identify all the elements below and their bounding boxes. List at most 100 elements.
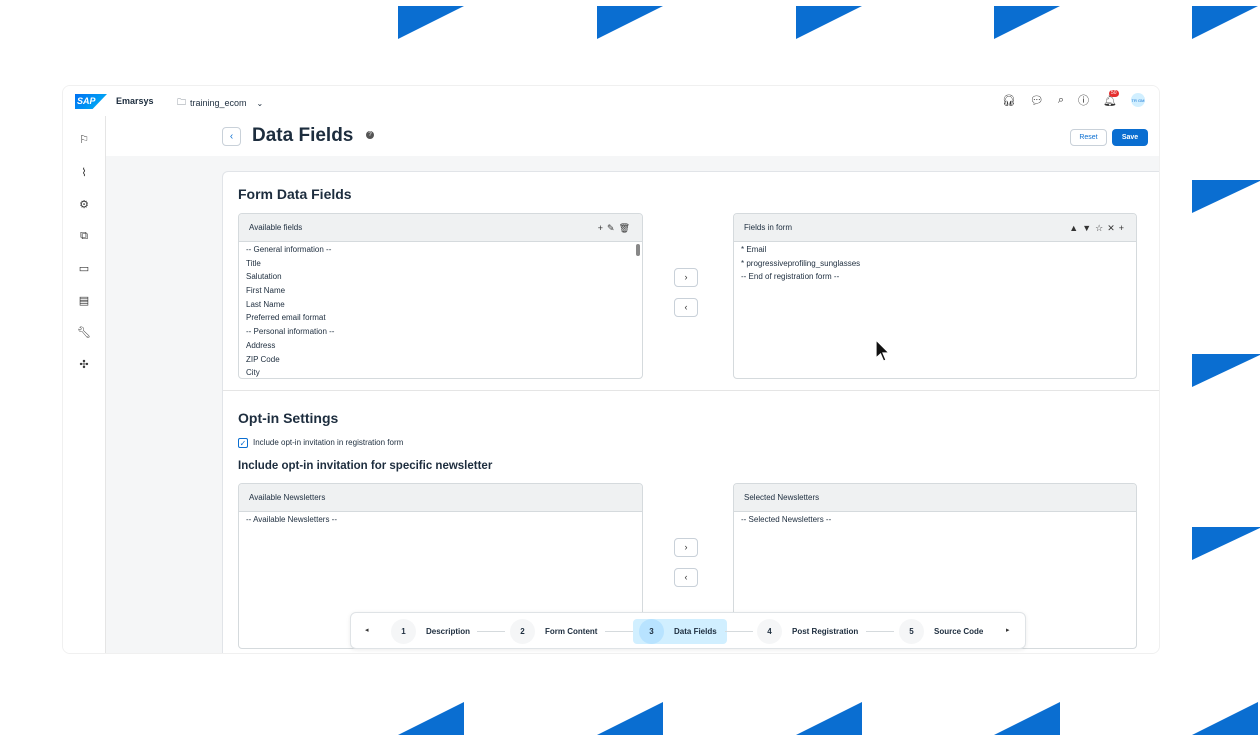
step-label: Form Content <box>545 627 598 636</box>
notification-icon[interactable]: 🔔︎ 50 <box>1103 89 1119 107</box>
back-button[interactable]: ‹ <box>222 127 241 146</box>
step-label: Data Fields <box>674 627 717 636</box>
decor-shape <box>1192 527 1260 560</box>
decor-shape <box>1192 702 1258 735</box>
avatar[interactable]: TR GM <box>1131 93 1145 107</box>
help-icon[interactable]: ⓘ <box>1078 92 1089 108</box>
step-connector <box>866 631 894 632</box>
list-item[interactable]: * progressiveprofiling_sunglasses <box>734 257 1136 271</box>
move-newsletter-right-button[interactable]: › <box>674 538 698 557</box>
list-item[interactable]: Last Name <box>239 298 642 312</box>
list-item[interactable]: -- Selected Newsletters -- <box>734 513 1136 527</box>
available-newsletters-header: Available Newsletters <box>239 484 642 512</box>
contacts-icon[interactable]: ⧉ <box>76 228 92 244</box>
list-item[interactable]: -- Available Newsletters -- <box>239 513 642 527</box>
optin-settings-title: Opt-in Settings <box>238 410 339 426</box>
delete-icon[interactable]: 🗑 <box>619 214 630 242</box>
list-item[interactable]: Preferred email format <box>239 311 642 325</box>
available-fields-body: -- General information -- Title Salutati… <box>239 242 642 378</box>
star-icon[interactable]: ☆ <box>1095 214 1103 242</box>
list-item[interactable]: * Email <box>734 243 1136 257</box>
decor-shape <box>398 702 464 735</box>
scrollbar-thumb[interactable] <box>636 244 640 256</box>
move-down-icon[interactable]: ▼ <box>1082 214 1091 242</box>
decor-shape <box>398 6 464 39</box>
puzzle-icon[interactable]: ✣ <box>76 356 92 372</box>
next-step-icon[interactable]: ▸ <box>1006 626 1010 634</box>
step-data-fields[interactable]: 3 Data Fields <box>633 619 727 644</box>
step-number: 4 <box>757 619 782 644</box>
page-header: ‹ Data Fields ? Reset Save <box>106 116 1159 156</box>
briefcase-icon: 🗀 <box>177 97 187 107</box>
step-description[interactable]: 1 Description <box>385 619 476 644</box>
available-fields-tools: + ✎ 🗑 <box>598 214 630 242</box>
list-item[interactable]: -- End of registration form -- <box>734 270 1136 284</box>
main-content: ‹ Data Fields ? Reset Save Form Data Fie… <box>106 116 1159 653</box>
optin-checkbox-label: Include opt-in invitation in registratio… <box>253 438 404 447</box>
available-newsletters-body: -- Available Newsletters -- <box>239 512 642 527</box>
save-button[interactable]: Save <box>1112 129 1148 146</box>
list-item[interactable]: ZIP Code <box>239 353 642 367</box>
move-left-button[interactable]: ‹ <box>674 298 698 317</box>
gear-icon[interactable]: ⚙ <box>76 196 92 212</box>
wizard-stepper: ◂ 1 Description 2 Form Content 3 Data Fi… <box>350 612 1026 649</box>
list-item[interactable]: Title <box>239 257 642 271</box>
wrench-icon[interactable]: 🔧︎ <box>76 324 92 340</box>
space-switcher[interactable]: 🗀 training_ecom ⌄ <box>177 95 263 111</box>
step-number: 2 <box>510 619 535 644</box>
step-number: 3 <box>639 619 664 644</box>
optin-checkbox[interactable]: ✓ <box>238 438 248 448</box>
section-divider <box>223 390 1159 391</box>
chevron-down-icon: ⌄ <box>256 98 264 108</box>
list-item[interactable]: -- Personal information -- <box>239 325 642 339</box>
search-icon[interactable]: ⌕ <box>1058 94 1064 107</box>
remove-icon[interactable]: ✕ <box>1107 214 1115 242</box>
add-icon[interactable]: + <box>1119 214 1124 242</box>
mouse-cursor-icon <box>875 339 891 362</box>
move-up-icon[interactable]: ▲ <box>1069 214 1078 242</box>
fields-in-form-header: Fields in form ▲ ▼ ☆ ✕ + <box>734 214 1136 242</box>
list-item[interactable]: Address <box>239 339 642 353</box>
decor-shape <box>1192 354 1260 387</box>
fields-in-form-label: Fields in form <box>744 223 793 232</box>
reset-button[interactable]: Reset <box>1070 129 1107 146</box>
add-icon[interactable]: + <box>598 214 603 242</box>
campaign-icon[interactable]: ⚐ <box>76 131 92 147</box>
decor-shape <box>796 702 862 735</box>
decor-shape <box>1192 6 1258 39</box>
help-icon[interactable]: ? <box>366 131 374 139</box>
list-item[interactable]: -- General information -- <box>239 243 642 257</box>
app-window: SAP Emarsys 🗀 training_ecom ⌄ 🎧︎ 💬︎ ⌕ ⓘ … <box>62 85 1160 654</box>
step-connector <box>725 631 753 632</box>
fields-in-form-tools: ▲ ▼ ☆ ✕ + <box>1069 214 1124 242</box>
move-right-button[interactable]: › <box>674 268 698 287</box>
analytics-icon[interactable]: ⌇ <box>76 164 92 180</box>
brand-name: Emarsys <box>116 96 154 106</box>
selected-newsletters-header: Selected Newsletters <box>734 484 1136 512</box>
side-navigation: ⚐ ⌇ ⚙ ⧉ ▭ ▤ 🔧︎ ✣ <box>63 116 106 653</box>
list-item[interactable]: City <box>239 366 642 378</box>
step-connector <box>477 631 505 632</box>
list-item[interactable]: Salutation <box>239 270 642 284</box>
fields-in-form-list[interactable]: Fields in form ▲ ▼ ☆ ✕ + * Email * progr… <box>733 213 1137 379</box>
card-icon[interactable]: ▤ <box>76 292 92 308</box>
decor-shape <box>597 6 663 39</box>
step-label: Source Code <box>934 627 984 636</box>
page-title: Data Fields <box>252 125 354 146</box>
step-source-code[interactable]: 5 Source Code <box>893 619 989 644</box>
chat-icon[interactable]: 💬︎ <box>1030 94 1044 107</box>
edit-icon[interactable]: ✎ <box>607 214 615 242</box>
available-fields-list[interactable]: Available fields + ✎ 🗑 -- General inform… <box>238 213 643 379</box>
list-item[interactable]: First Name <box>239 284 642 298</box>
previous-step-icon[interactable]: ◂ <box>365 626 369 634</box>
sap-logo[interactable]: SAP <box>75 94 107 109</box>
step-label: Post Registration <box>792 627 859 636</box>
step-number: 1 <box>391 619 416 644</box>
move-newsletter-left-button[interactable]: ‹ <box>674 568 698 587</box>
headset-icon[interactable]: 🎧︎ <box>1002 94 1016 107</box>
step-form-content[interactable]: 2 Form Content <box>504 619 603 644</box>
devices-icon[interactable]: ▭ <box>76 260 92 276</box>
decor-shape <box>796 6 862 39</box>
notification-badge: 50 <box>1109 89 1119 97</box>
step-post-registration[interactable]: 4 Post Registration <box>751 619 864 644</box>
